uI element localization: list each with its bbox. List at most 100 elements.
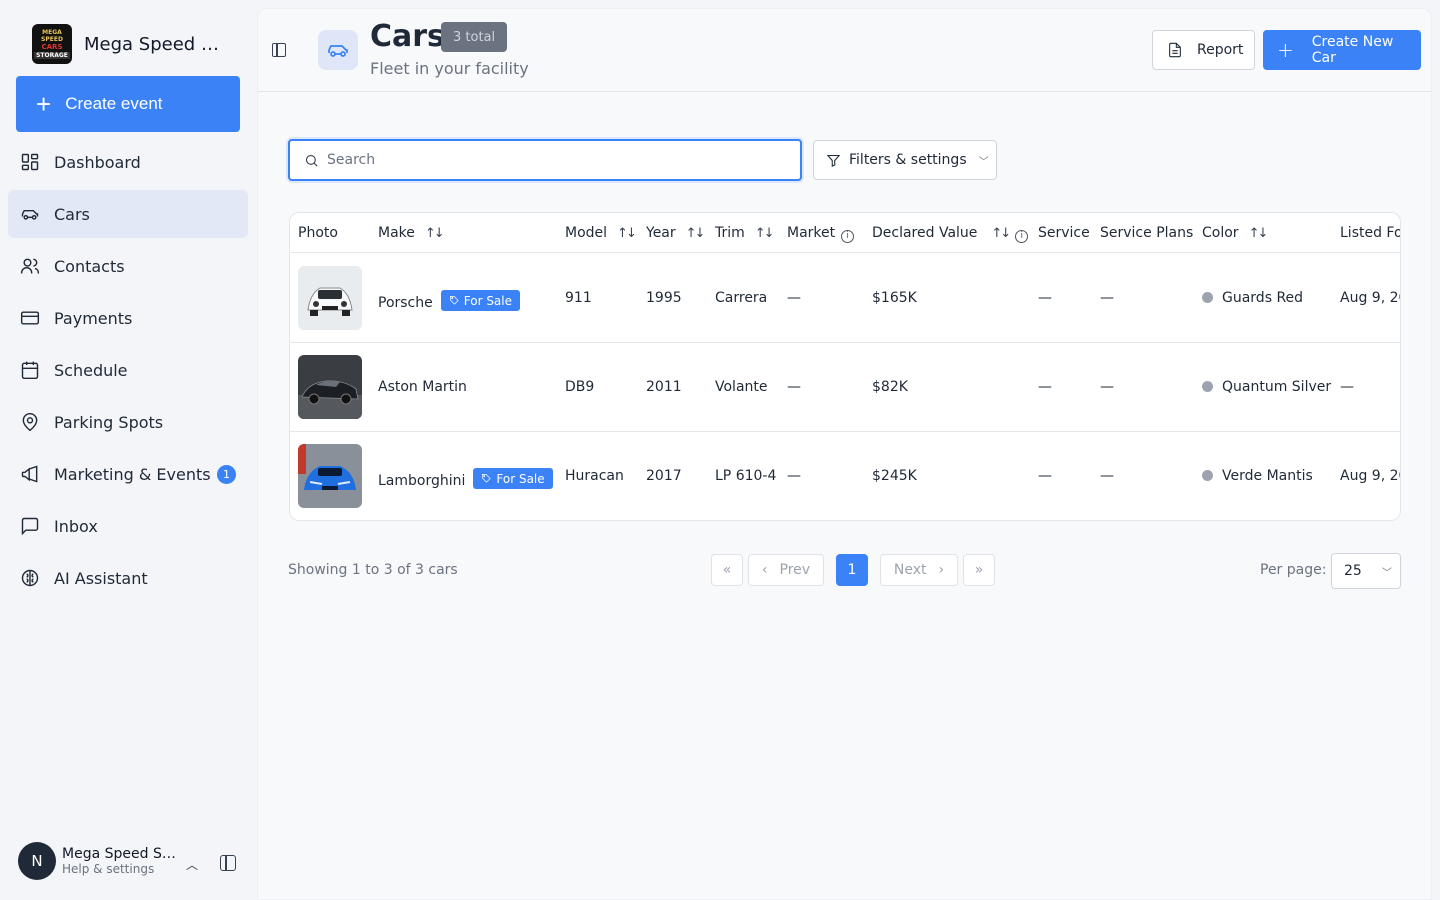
create-event-button[interactable]: + Create event	[16, 76, 240, 132]
total-count-badge: 3 total	[441, 22, 508, 52]
sidebar-item-label: Inbox	[54, 516, 98, 536]
sidebar-collapse-icon[interactable]	[220, 855, 236, 871]
service-plans-cell: —	[1100, 379, 1114, 395]
sort-icon[interactable]: ↑↓	[617, 226, 637, 241]
brand[interactable]: MEGA SPEED CARS STORAGE Mega Speed St...	[32, 24, 224, 64]
column-color[interactable]: Color ↑↓	[1202, 225, 1269, 241]
service-cell: —	[1038, 290, 1052, 306]
plus-icon: +	[1277, 38, 1294, 62]
create-event-label: Create event	[65, 94, 163, 113]
service-plans-cell: —	[1100, 290, 1114, 306]
market-cell: —	[787, 379, 801, 395]
listed-cell: Aug 9, 20	[1340, 290, 1401, 306]
color-cell: Quantum Silver	[1202, 379, 1331, 395]
column-trim[interactable]: Trim ↑↓	[715, 225, 775, 241]
search-field[interactable]	[288, 139, 802, 181]
sidebar-item-inbox[interactable]: Inbox	[8, 502, 248, 550]
sidebar-item-parking-spots[interactable]: Parking Spots	[8, 398, 248, 446]
search-icon	[305, 154, 318, 167]
year-cell: 2011	[646, 379, 682, 395]
tag-icon	[482, 474, 492, 483]
year-cell: 2017	[646, 468, 682, 484]
listed-cell: —	[1340, 379, 1354, 395]
car-photo	[298, 355, 362, 419]
last-page-button[interactable]: »	[963, 554, 995, 586]
listed-cell: Aug 9, 20	[1340, 468, 1401, 484]
chevron-right-icon: ›	[938, 562, 945, 578]
sidebar-item-dashboard[interactable]: Dashboard	[8, 138, 248, 186]
trim-cell: Carrera	[715, 290, 768, 306]
trim-cell: LP 610-4	[715, 468, 777, 484]
brand-logo: MEGA SPEED CARS STORAGE	[32, 24, 72, 64]
column-declared-value[interactable]: Declared Value ↑↓ i	[872, 225, 1029, 243]
credit-card-icon	[20, 311, 40, 325]
column-model[interactable]: Model ↑↓	[565, 225, 637, 241]
page-subtitle: Fleet in your facility	[370, 59, 529, 78]
file-text-icon	[1169, 42, 1181, 58]
user-menu[interactable]: N Mega Speed St... Help & settings	[18, 842, 177, 880]
sort-icon[interactable]: ↑↓	[755, 226, 775, 241]
column-photo: Photo	[298, 225, 338, 241]
filters-settings-button[interactable]: Filters & settings ﹀	[813, 140, 997, 180]
next-label: Next	[893, 562, 927, 578]
prev-page-button[interactable]: ‹ Prev	[748, 554, 824, 586]
calendar-icon	[21, 361, 39, 380]
dashboard-icon	[21, 153, 39, 171]
sidebar-item-payments[interactable]: Payments	[8, 294, 248, 342]
sidebar-toggle-icon[interactable]	[272, 43, 286, 57]
table-row[interactable]: Aston Martin DB9 2011 Volante — $82K — —…	[290, 343, 1400, 432]
sort-icon[interactable]: ↑↓	[991, 226, 1011, 241]
model-cell: DB9	[565, 379, 595, 395]
search-input[interactable]	[327, 152, 767, 168]
chevron-up-icon[interactable]: ︿	[186, 856, 198, 873]
sort-icon[interactable]: ↑↓	[686, 226, 706, 241]
message-square-icon	[21, 517, 39, 536]
report-label: Report	[1197, 42, 1244, 58]
report-button[interactable]: Report	[1152, 30, 1255, 70]
sort-icon[interactable]: ↑↓	[1249, 226, 1269, 241]
table-header: Photo Make ↑↓ Model ↑↓ Year ↑↓ Trim ↑↓ Marke…	[290, 213, 1400, 253]
showing-count: Showing 1 to 3 of 3 cars	[288, 562, 458, 578]
sort-icon[interactable]: ↑↓	[425, 226, 445, 241]
column-make[interactable]: Make ↑↓	[378, 225, 445, 241]
brain-icon	[21, 569, 39, 587]
create-new-car-label: Create New Car	[1311, 34, 1394, 66]
sidebar-item-ai-assistant[interactable]: AI Assistant	[8, 554, 248, 602]
page-icon	[318, 30, 358, 70]
chevron-down-icon: ﹀	[1381, 567, 1392, 579]
brand-name: Mega Speed St...	[84, 33, 224, 55]
car-icon	[328, 45, 348, 57]
filter-icon	[826, 154, 841, 167]
sidebar-item-cars[interactable]: Cars	[8, 190, 248, 238]
color-dot	[1202, 292, 1213, 303]
sidebar-item-contacts[interactable]: Contacts	[8, 242, 248, 290]
chevron-down-icon: ﹀	[978, 156, 989, 168]
column-year[interactable]: Year ↑↓	[646, 225, 706, 241]
info-icon[interactable]: i	[841, 230, 855, 243]
table-row[interactable]: Lamborghini For Sale Huracan 2017 LP 610-…	[290, 432, 1401, 520]
cars-table: Photo Make ↑↓ Model ↑↓ Year ↑↓ Trim ↑↓ Marke…	[289, 212, 1401, 521]
first-page-button[interactable]: «	[711, 554, 743, 586]
plus-icon: +	[36, 89, 52, 119]
sidebar-item-schedule[interactable]: Schedule	[8, 346, 248, 394]
sidebar-item-marketing-events[interactable]: Marketing & Events 1	[8, 450, 248, 498]
trim-cell: Volante	[715, 379, 768, 395]
avatar: N	[18, 842, 56, 880]
table-row[interactable]: Porsche For Sale 911 1995 Carrera — $165K…	[290, 254, 1400, 343]
color-dot	[1202, 470, 1213, 481]
page-1-button[interactable]: 1	[836, 554, 868, 586]
for-sale-badge: For Sale	[440, 290, 521, 311]
make-cell: Lamborghini For Sale	[378, 468, 553, 489]
next-page-button[interactable]: Next ›	[880, 554, 958, 586]
per-page-value: 25	[1344, 563, 1362, 579]
prev-label: Prev	[779, 562, 811, 578]
market-cell: —	[787, 468, 801, 484]
make-cell: Aston Martin	[378, 379, 467, 395]
sidebar-item-label: Dashboard	[54, 152, 141, 172]
service-plans-cell: —	[1100, 468, 1114, 484]
create-new-car-button[interactable]: + Create New Car	[1263, 30, 1421, 70]
user-subtitle: Help & settings	[62, 862, 155, 876]
per-page-select[interactable]: 25 ﹀	[1331, 553, 1401, 589]
info-icon[interactable]: i	[1015, 230, 1029, 243]
year-cell: 1995	[646, 290, 682, 306]
